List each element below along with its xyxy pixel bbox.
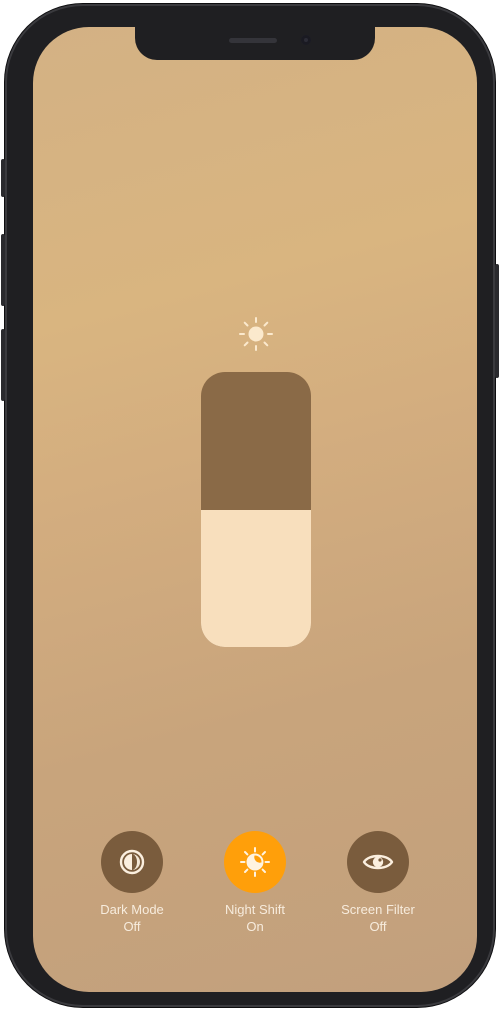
- volume-down-button: [1, 329, 5, 401]
- sun-icon: [236, 314, 276, 354]
- screen-filter-state: Off: [369, 919, 387, 934]
- screen-filter-title: Screen Filter: [341, 902, 415, 917]
- night-shift-control[interactable]: Night Shift On: [195, 831, 315, 935]
- screen: Dark Mode Off Night Shift On Screen Filt…: [33, 27, 477, 992]
- dark-mode-title: Dark Mode: [100, 902, 164, 917]
- mute-switch: [1, 159, 5, 197]
- speaker-grille: [229, 38, 277, 43]
- eye-icon: [362, 854, 394, 870]
- brightness-slider[interactable]: [201, 372, 311, 647]
- dark-mode-label: Dark Mode Off: [72, 901, 192, 935]
- dark-mode-icon: [119, 849, 145, 875]
- night-shift-icon: [240, 847, 270, 877]
- phone-frame: Dark Mode Off Night Shift On Screen Filt…: [1, 4, 499, 1007]
- night-shift-state: On: [246, 919, 264, 934]
- dark-mode-state: Off: [123, 919, 141, 934]
- volume-up-button: [1, 234, 5, 306]
- dark-mode-control[interactable]: Dark Mode Off: [72, 831, 192, 935]
- night-shift-button[interactable]: [224, 831, 286, 893]
- screen-filter-button[interactable]: [347, 831, 409, 893]
- brightness-slider-fill: [201, 509, 311, 647]
- screen-filter-label: Screen Filter Off: [318, 901, 438, 935]
- dark-mode-button[interactable]: [101, 831, 163, 893]
- night-shift-label: Night Shift On: [195, 901, 315, 935]
- notch: [135, 27, 375, 60]
- screen-filter-control[interactable]: Screen Filter Off: [318, 831, 438, 935]
- night-shift-title: Night Shift: [225, 902, 285, 917]
- front-camera: [301, 35, 311, 45]
- power-button: [495, 264, 499, 378]
